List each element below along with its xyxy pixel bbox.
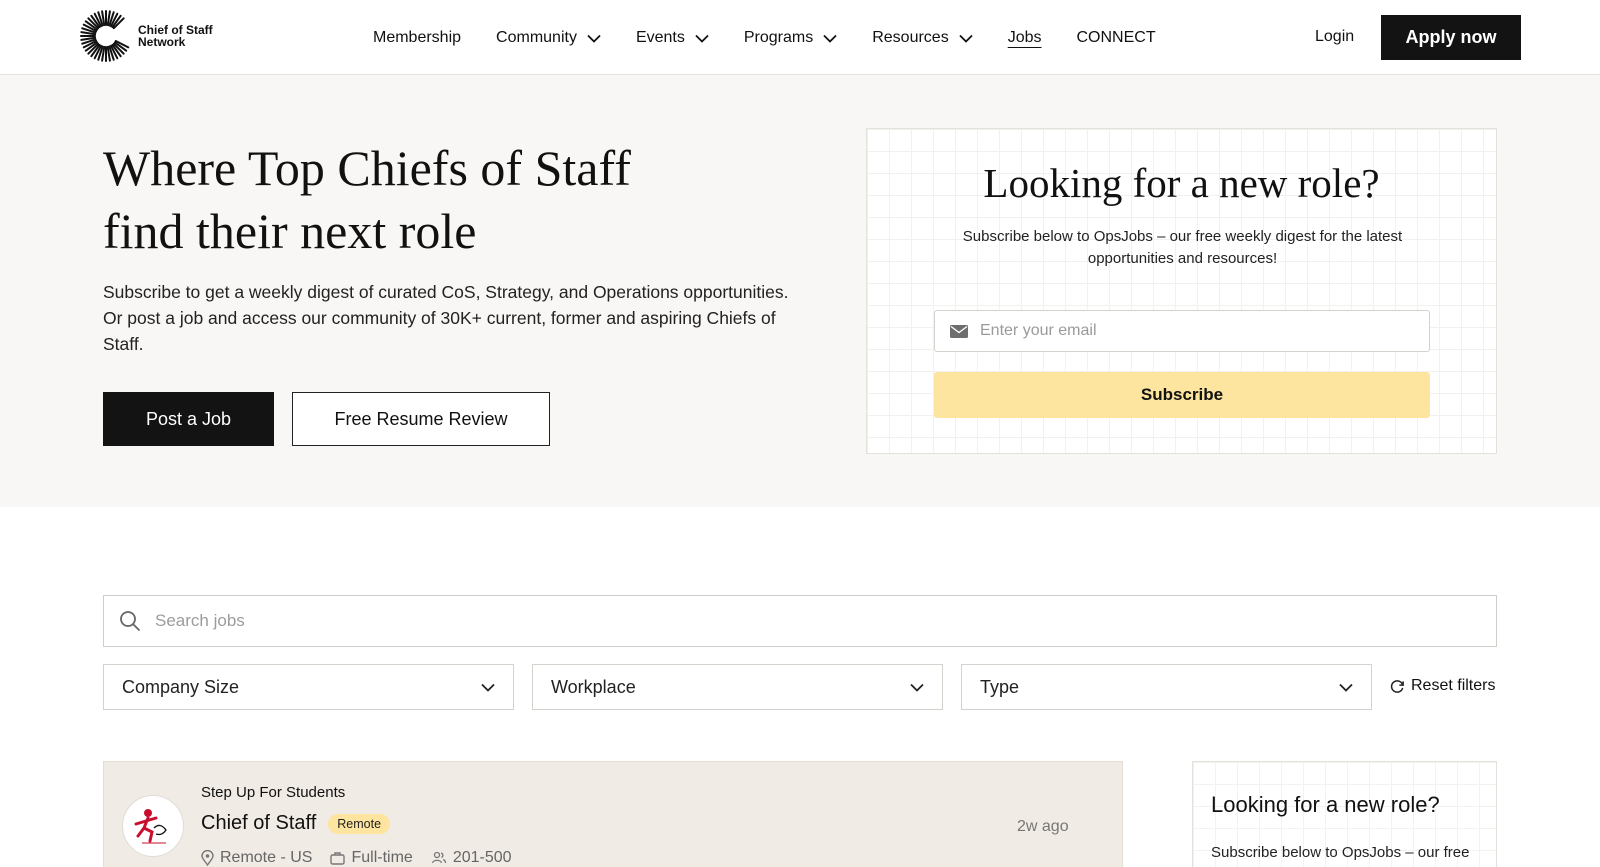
side-subscribe-title: Looking for a new role? [1211, 792, 1440, 817]
job-company-name: Step Up For Students [201, 784, 346, 801]
remote-badge: Remote [328, 813, 391, 834]
filter-label: Workplace [551, 676, 636, 697]
briefcase-icon [330, 852, 346, 865]
brand-name: Chief of Staff Network [138, 24, 238, 48]
search-jobs-bar [103, 595, 1497, 647]
reset-filters-label: Reset filters [1411, 677, 1496, 694]
filter-label: Type [980, 676, 1020, 697]
chevron-down-icon [823, 34, 837, 43]
brand-logo[interactable]: Chief of Staff Network [80, 10, 238, 62]
step-up-logo-icon [134, 809, 167, 844]
nav-item-programs[interactable]: Programs [744, 26, 837, 50]
hero-description: Subscribe to get a weekly digest of cura… [103, 282, 789, 354]
nav-item-label: Community [496, 29, 577, 46]
subscribe-button[interactable]: Subscribe [934, 372, 1430, 418]
nav-item-community[interactable]: Community [496, 26, 601, 50]
refresh-icon [1390, 679, 1404, 693]
post-job-button[interactable]: Post a Job [103, 392, 274, 446]
nav-item-label: Events [635, 29, 685, 46]
location-pin-icon [201, 850, 214, 866]
subscribe-text: Subscribe below to OpsJobs – our free we… [962, 228, 1403, 267]
side-subscribe-text: Subscribe below to OpsJobs – our free we… [1211, 844, 1470, 867]
job-employment-type: Full-time [330, 849, 413, 867]
job-meta: Remote - US Full-time 201-500 [201, 849, 512, 867]
nav-item-label: Programs [743, 29, 814, 46]
filter-label: Company Size [122, 676, 240, 697]
job-location-text: Remote - US [220, 849, 313, 866]
chevron-down-icon [695, 34, 709, 43]
job-listing-card[interactable]: Step Up For Students Chief of Staff Remo… [103, 761, 1123, 867]
job-title-row: Chief of Staff Remote [201, 812, 391, 835]
company-logo [122, 795, 184, 857]
nav-item-label: Jobs [1007, 29, 1042, 46]
chevron-down-icon [959, 34, 973, 43]
chevron-down-icon [481, 683, 495, 692]
subscribe-title: Looking for a new role? [983, 160, 1380, 206]
job-location: Remote - US [201, 849, 312, 867]
email-input[interactable] [980, 322, 1400, 340]
workplace-filter[interactable]: Workplace [532, 664, 943, 710]
nav-links: Membership Community Events Programs Res… [373, 26, 1191, 50]
sunburst-logo-icon [80, 10, 130, 62]
hero-section: Where Top Chiefs of Staff find their nex… [0, 75, 1600, 507]
type-filter[interactable]: Type [961, 664, 1372, 710]
nav-item-resources[interactable]: Resources [872, 26, 973, 50]
nav-item-jobs[interactable]: Jobs [1008, 26, 1042, 50]
nav-item-label: Resources [872, 29, 949, 46]
nav-item-label: Membership [373, 29, 462, 46]
hero-title: Where Top Chiefs of Staff find their nex… [103, 140, 631, 259]
search-input[interactable] [155, 611, 1455, 631]
chevron-down-icon [1339, 683, 1353, 692]
brand-name-line2: Network [138, 35, 186, 49]
job-size-text: 201-500 [452, 849, 512, 866]
search-icon [120, 611, 140, 631]
side-subscribe-card: Looking for a new role? Subscribe below … [1192, 761, 1497, 867]
reset-filters-button[interactable]: Reset filters [1390, 677, 1495, 695]
login-link[interactable]: Login [1315, 28, 1354, 46]
nav-item-membership[interactable]: Membership [373, 26, 461, 50]
chevron-down-icon [587, 34, 601, 43]
people-icon [431, 851, 446, 864]
job-company-size: 201-500 [431, 849, 512, 867]
company-size-filter[interactable]: Company Size [103, 664, 514, 710]
mail-icon [950, 324, 968, 338]
job-title[interactable]: Chief of Staff [201, 812, 316, 835]
nav-item-label: CONNECT [1076, 29, 1156, 46]
chevron-down-icon [910, 683, 924, 692]
free-resume-review-button[interactable]: Free Resume Review [292, 392, 550, 446]
nav-item-events[interactable]: Events [636, 26, 709, 50]
apply-now-button[interactable]: Apply now [1381, 15, 1521, 60]
top-nav: Chief of Staff Network Membership Commun… [0, 0, 1600, 75]
job-posted-time: 2w ago [1017, 818, 1069, 835]
job-employment-text: Full-time [351, 849, 413, 866]
subscribe-card: Looking for a new role? Subscribe below … [866, 128, 1497, 454]
nav-item-connect[interactable]: CONNECT [1077, 26, 1156, 50]
email-field-wrapper [934, 310, 1430, 352]
